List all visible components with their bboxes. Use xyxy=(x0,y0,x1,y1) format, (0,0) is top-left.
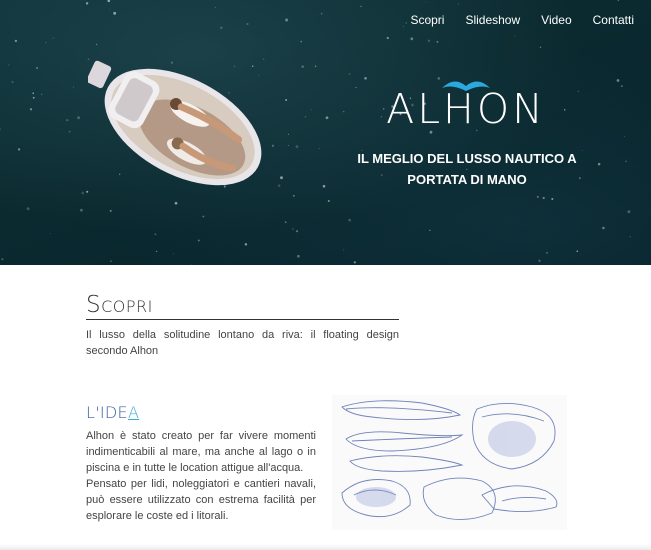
nav-link-scopri[interactable]: Scopri xyxy=(410,13,444,27)
idea-heading-accent: A xyxy=(127,403,140,422)
idea-text: Alhon è stato creato per far vivere mome… xyxy=(86,428,316,524)
nav-link-contatti[interactable]: Contatti xyxy=(593,13,634,27)
boat-image xyxy=(88,60,262,186)
section-title-scopri: Scopri xyxy=(86,292,153,318)
page-bottom-shadow xyxy=(0,544,651,550)
brand-name: ALHON xyxy=(386,85,546,133)
idea-heading-main: L'IDE xyxy=(86,403,128,422)
tagline-line-1: Il meglio del lusso nautico a xyxy=(357,151,577,166)
hero-tagline: Il meglio del lusso nautico a portata di… xyxy=(352,148,582,190)
idea-heading: L'IDEA xyxy=(86,403,139,422)
tagline-line-2: portata di mano xyxy=(407,172,527,187)
top-navigation: Scopri Slideshow Video Contatti xyxy=(410,13,634,27)
section-divider xyxy=(86,319,399,320)
idea-paragraph-2: Pensato per lidi, noleggiatori e cantier… xyxy=(86,478,316,522)
design-sketch-image xyxy=(332,395,567,530)
nav-link-video[interactable]: Video xyxy=(541,13,571,27)
section-description: Il lusso della solitudine lontano da riv… xyxy=(86,329,399,357)
nav-link-slideshow[interactable]: Slideshow xyxy=(465,13,520,27)
hero-banner: ALHON Il meglio del lusso nautico a port… xyxy=(0,0,651,265)
idea-paragraph-1: Alhon è stato creato per far vivere mome… xyxy=(86,430,316,474)
brand-logo: ALHON xyxy=(376,76,556,131)
